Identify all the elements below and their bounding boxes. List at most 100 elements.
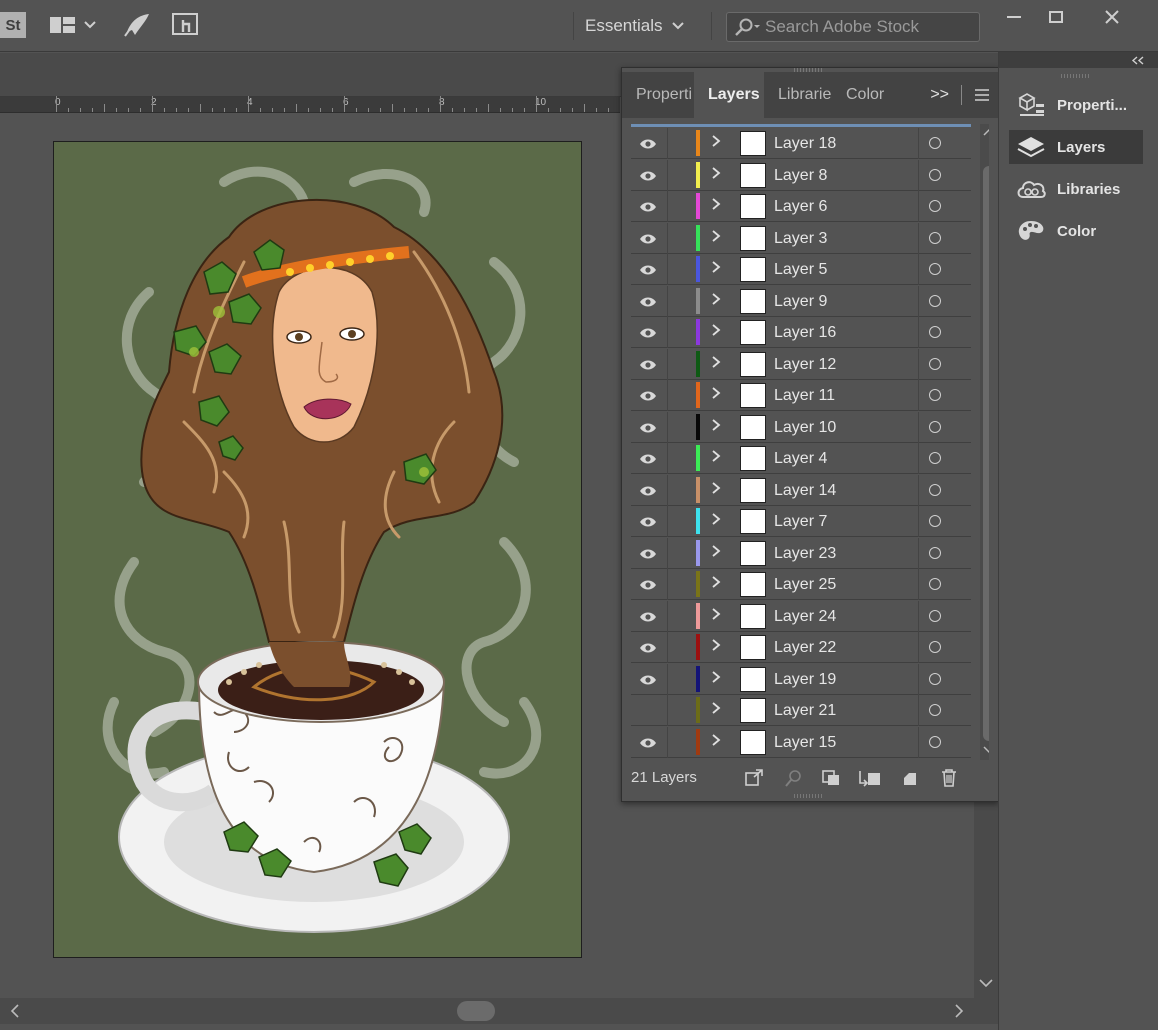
visibility-eye-icon[interactable] xyxy=(639,610,657,622)
layer-row[interactable]: Layer 7 xyxy=(631,506,971,537)
layer-row[interactable]: Layer 23 xyxy=(631,537,971,569)
layer-name[interactable]: Layer 21 xyxy=(774,702,836,720)
workspace-switcher[interactable]: Essentials xyxy=(585,12,685,40)
expand-chevron-icon[interactable] xyxy=(711,512,721,529)
layer-row[interactable]: Layer 5 xyxy=(631,254,971,285)
adobe-stock-badge[interactable]: St xyxy=(0,12,26,38)
expand-chevron-icon[interactable] xyxy=(711,292,721,309)
expand-chevron-icon[interactable] xyxy=(711,544,721,561)
expand-chevron-icon[interactable] xyxy=(711,449,721,466)
expand-chevron-icon[interactable] xyxy=(711,355,721,372)
visibility-eye-icon[interactable] xyxy=(639,484,657,496)
layer-name[interactable]: Layer 22 xyxy=(774,639,836,657)
close-button[interactable] xyxy=(1092,4,1132,30)
target-circle-icon[interactable] xyxy=(929,546,941,559)
chevron-down-icon[interactable] xyxy=(80,10,100,40)
layer-row[interactable]: Layer 15 xyxy=(631,726,971,758)
maximize-button[interactable] xyxy=(1036,4,1076,30)
layer-name[interactable]: Layer 15 xyxy=(774,734,836,752)
create-sublayer-icon[interactable] xyxy=(858,767,882,789)
layer-name[interactable]: Layer 10 xyxy=(774,419,836,437)
tab-color[interactable]: Color xyxy=(832,72,898,118)
layer-name[interactable]: Layer 8 xyxy=(774,167,827,185)
visibility-eye-icon[interactable] xyxy=(639,389,657,401)
layer-name[interactable]: Layer 7 xyxy=(774,513,827,531)
visibility-eye-icon[interactable] xyxy=(639,232,657,244)
layer-row[interactable]: Layer 8 xyxy=(631,159,971,191)
target-circle-icon[interactable] xyxy=(929,672,941,685)
expand-chevron-icon[interactable] xyxy=(711,229,721,246)
target-circle-icon[interactable] xyxy=(929,452,941,464)
layer-row[interactable]: Layer 22 xyxy=(631,632,971,663)
expand-chevron-icon[interactable] xyxy=(711,733,721,750)
layer-name[interactable]: Layer 4 xyxy=(774,450,827,468)
target-circle-icon[interactable] xyxy=(929,735,941,748)
adobe-stock-search[interactable] xyxy=(726,12,980,42)
expand-chevron-icon[interactable] xyxy=(711,134,721,151)
layer-row[interactable]: Layer 9 xyxy=(631,285,971,317)
layer-row[interactable]: Layer 6 xyxy=(631,191,971,222)
target-circle-icon[interactable] xyxy=(929,483,941,496)
visibility-eye-icon[interactable] xyxy=(639,704,657,716)
search-input[interactable] xyxy=(765,17,975,37)
tab-layers[interactable]: Layers xyxy=(694,72,764,118)
layer-name[interactable]: Layer 9 xyxy=(774,293,827,311)
layer-row[interactable]: Layer 4 xyxy=(631,443,971,474)
visibility-eye-icon[interactable] xyxy=(639,641,657,653)
visibility-eye-icon[interactable] xyxy=(639,326,657,338)
target-circle-icon[interactable] xyxy=(929,294,941,307)
expand-chevron-icon[interactable] xyxy=(711,386,721,403)
dock-item-properties[interactable]: Properti... xyxy=(1009,88,1143,122)
new-layer-icon[interactable] xyxy=(898,767,922,789)
target-circle-icon[interactable] xyxy=(929,578,941,590)
visibility-eye-icon[interactable] xyxy=(639,137,657,149)
make-clipping-mask-icon[interactable] xyxy=(819,767,843,789)
target-circle-icon[interactable] xyxy=(929,609,941,622)
layer-name[interactable]: Layer 11 xyxy=(774,387,835,405)
visibility-eye-icon[interactable] xyxy=(639,515,657,527)
layer-name[interactable]: Layer 25 xyxy=(774,576,836,594)
visibility-eye-icon[interactable] xyxy=(639,736,657,748)
expand-chevron-icon[interactable] xyxy=(711,481,721,498)
panel-grip[interactable] xyxy=(794,794,824,798)
visibility-eye-icon[interactable] xyxy=(639,358,657,370)
visibility-eye-icon[interactable] xyxy=(639,421,657,433)
layer-name[interactable]: Layer 23 xyxy=(774,545,836,563)
layer-name[interactable]: Layer 24 xyxy=(774,608,836,626)
visibility-eye-icon[interactable] xyxy=(639,452,657,464)
tab-libraries[interactable]: Libraries xyxy=(764,72,832,118)
dock-item-layers[interactable]: Layers xyxy=(1009,130,1143,164)
delete-layer-icon[interactable] xyxy=(937,767,961,789)
visibility-eye-icon[interactable] xyxy=(639,547,657,559)
scrollbar-thumb[interactable] xyxy=(983,166,989,741)
scroll-down-icon[interactable] xyxy=(979,978,993,988)
vertical-scrollbar[interactable] xyxy=(974,800,998,998)
visibility-eye-icon[interactable] xyxy=(639,295,657,307)
arrange-documents-icon[interactable] xyxy=(48,10,78,40)
expand-chevron-icon[interactable] xyxy=(711,607,721,624)
expand-chevron-icon[interactable] xyxy=(711,418,721,435)
scroll-right-icon[interactable] xyxy=(954,1004,964,1018)
visibility-eye-icon[interactable] xyxy=(639,263,657,275)
horizontal-ruler[interactable]: 0 2 4 6 8 10 xyxy=(0,96,620,113)
visibility-eye-icon[interactable] xyxy=(639,578,657,590)
dock-item-libraries[interactable]: Libraries xyxy=(1009,172,1143,206)
target-circle-icon[interactable] xyxy=(929,515,941,527)
send-feedback-rocket-icon[interactable] xyxy=(122,10,152,40)
target-circle-icon[interactable] xyxy=(929,641,941,653)
target-circle-icon[interactable] xyxy=(929,704,941,716)
expand-chevron-icon[interactable] xyxy=(711,638,721,655)
layer-row[interactable]: Layer 14 xyxy=(631,474,971,506)
layer-row[interactable]: Layer 18 xyxy=(631,128,971,159)
target-circle-icon[interactable] xyxy=(929,326,941,338)
layer-row[interactable]: Layer 25 xyxy=(631,569,971,600)
layer-name[interactable]: Layer 14 xyxy=(774,482,836,500)
expand-chevron-icon[interactable] xyxy=(711,260,721,277)
layer-row[interactable]: Layer 11 xyxy=(631,380,971,411)
target-circle-icon[interactable] xyxy=(929,137,941,149)
layer-row[interactable]: Layer 16 xyxy=(631,317,971,348)
layer-row[interactable]: Layer 21 xyxy=(631,695,971,726)
visibility-eye-icon[interactable] xyxy=(639,673,657,685)
target-circle-icon[interactable] xyxy=(929,357,941,370)
layer-name[interactable]: Layer 19 xyxy=(774,671,836,689)
